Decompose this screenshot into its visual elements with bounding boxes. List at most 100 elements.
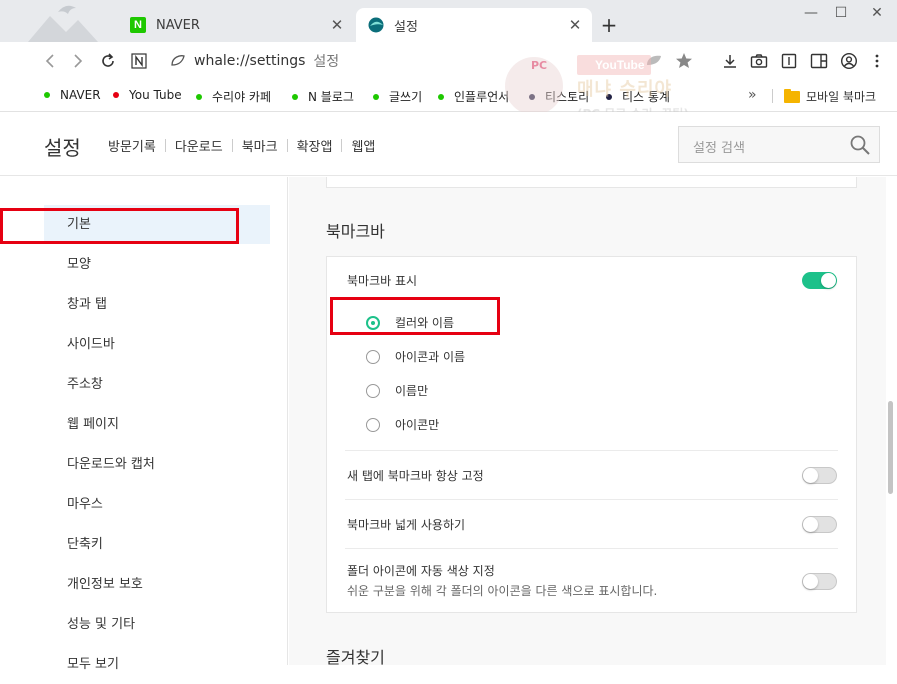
search-icon[interactable] [849, 134, 871, 156]
bookmark-label: N 블로그 [308, 90, 354, 104]
radio-name-only[interactable]: 이름만 [366, 382, 428, 399]
bookmark-item[interactable]: 인플루언서 [438, 88, 509, 105]
radio-circle [366, 383, 380, 398]
home-naver-icon[interactable] [127, 49, 151, 73]
sidebar-item-mouse[interactable]: 마우스 [44, 485, 270, 524]
sidebar-item-window-tab[interactable]: 창과 탭 [44, 285, 270, 324]
page-title: 설정 [44, 136, 81, 160]
row-divider [345, 499, 838, 500]
folder-color-label: 폴더 아이콘에 자동 색상 지정 [347, 564, 495, 578]
nav-webapps[interactable]: 웹앱 [351, 136, 375, 155]
folder-color-description: 쉬운 구분을 위해 각 폴더의 아이콘을 다른 색으로 표시합니다. [347, 584, 658, 598]
bookmark-item[interactable]: N 블로그 [292, 88, 354, 105]
url-text: whale://settings [194, 53, 306, 69]
bookmark-label: You Tube [129, 88, 182, 102]
folder-icon [784, 88, 800, 103]
bookmark-item[interactable]: NAVER [44, 88, 101, 102]
toggle-knob [803, 574, 818, 589]
close-window-button[interactable]: ✕ [860, 2, 894, 24]
radio-icon-only[interactable]: 아이콘만 [366, 416, 439, 433]
bookmark-more-button[interactable]: » [748, 87, 757, 103]
fix-bookmark-bar-label: 새 탭에 북마크바 항상 고정 [347, 469, 484, 483]
title-bar: N NAVER ✕ 설정 ✕ + — ☐ ✕ [0, 0, 897, 42]
radio-label: 아이콘과 이름 [395, 350, 466, 364]
bookmark-item[interactable]: 티스 통계 [606, 88, 670, 105]
scrollbar-thumb[interactable] [888, 401, 893, 494]
reader-icon[interactable] [777, 49, 801, 73]
whale-icon [368, 17, 384, 33]
section-title-favorites: 즐겨찾기 [326, 648, 385, 667]
radio-circle [366, 417, 380, 432]
toggle-knob [821, 273, 836, 288]
sidebar-item-web-page[interactable]: 웹 페이지 [44, 405, 270, 444]
nav-divider [231, 139, 233, 152]
nav-history[interactable]: 방문기록 [108, 136, 156, 155]
radio-label: 아이콘만 [395, 418, 440, 432]
radio-icon-and-name[interactable]: 아이콘과 이름 [366, 348, 465, 365]
nav-divider [164, 139, 166, 152]
new-tab-button[interactable]: + [598, 14, 620, 36]
bookmark-item[interactable]: 수리야 카페 [196, 88, 271, 105]
sidebar-item-appearance[interactable]: 모양 [44, 245, 270, 284]
bookmark-dot [529, 93, 535, 100]
bookmark-label: 인플루언서 [454, 90, 510, 104]
bookmark-dot [292, 93, 298, 100]
forward-icon[interactable] [66, 49, 90, 73]
url-suffix: 설정 [313, 54, 340, 70]
camera-icon[interactable] [747, 49, 771, 73]
nav-extensions[interactable]: 확장앱 [297, 136, 333, 155]
folder-label: 모바일 북마크 [806, 90, 877, 104]
bookmark-dot [113, 92, 119, 98]
sidebar-item-sidebar[interactable]: 사이드바 [44, 325, 270, 364]
bookmark-item[interactable]: 글쓰기 [373, 88, 422, 105]
bookmark-item[interactable]: You Tube [113, 88, 182, 102]
bookmark-label: 티스 통계 [622, 90, 670, 104]
star-icon[interactable] [672, 49, 696, 73]
fix-bookmark-bar-toggle[interactable] [802, 467, 837, 484]
profile-icon[interactable] [837, 49, 861, 73]
sidebar-item-shortcuts[interactable]: 단축키 [44, 525, 270, 564]
show-bookmark-bar-label: 북마크바 표시 [347, 274, 418, 288]
bookmark-label: 수리야 카페 [212, 90, 272, 104]
close-icon[interactable]: ✕ [564, 14, 586, 36]
settings-nav: 방문기록 다운로드 북마크 확장앱 웹앱 [108, 136, 375, 155]
nav-downloads[interactable]: 다운로드 [175, 136, 223, 155]
minimize-button[interactable]: — [794, 2, 828, 24]
sidebar-item-download-capture[interactable]: 다운로드와 캡처 [44, 445, 270, 484]
sidebar-item-performance[interactable]: 성능 및 기타 [44, 605, 270, 644]
highlight-box [330, 297, 500, 335]
wide-bookmark-bar-label: 북마크바 넓게 사용하기 [347, 518, 466, 532]
nav-divider [286, 139, 288, 152]
folder-color-toggle[interactable] [802, 573, 837, 590]
whale-shortcut-icon[interactable] [642, 49, 666, 73]
maximize-button[interactable]: ☐ [824, 2, 858, 24]
tab-label: 설정 [394, 19, 418, 35]
close-icon[interactable]: ✕ [326, 14, 348, 36]
show-bookmark-bar-toggle[interactable] [802, 272, 837, 289]
sidebar-item-address-bar[interactable]: 주소창 [44, 365, 270, 404]
search-placeholder: 설정 검색 [693, 141, 745, 156]
tab-label: NAVER [156, 17, 200, 33]
previous-card [326, 177, 857, 188]
section-title-bookmark-bar: 북마크바 [326, 222, 385, 241]
tab-naver[interactable]: N NAVER ✕ [118, 8, 354, 42]
bookmark-dot [196, 93, 202, 100]
back-icon[interactable] [38, 49, 62, 73]
sidebar-toggle-icon[interactable] [807, 49, 831, 73]
wide-bookmark-bar-toggle[interactable] [802, 516, 837, 533]
tab-settings[interactable]: 설정 ✕ [356, 8, 592, 42]
address-bar[interactable]: whale://settings 설정 [170, 51, 339, 71]
menu-icon[interactable] [865, 49, 889, 73]
radio-label: 이름만 [395, 384, 429, 398]
reload-icon[interactable] [96, 49, 120, 73]
download-icon[interactable] [718, 49, 742, 73]
settings-search-input[interactable]: 설정 검색 [678, 126, 880, 163]
mobile-bookmark-folder[interactable]: 모바일 북마크 [784, 88, 876, 105]
sidebar-item-privacy[interactable]: 개인정보 보호 [44, 565, 270, 604]
settings-header: 설정 방문기록 다운로드 북마크 확장앱 웹앱 설정 검색 [0, 112, 897, 176]
bookmark-bar: NAVER You Tube 수리야 카페 N 블로그 글쓰기 인플루언서 티스… [0, 80, 897, 112]
bookmark-label: 티스토리 [545, 90, 590, 104]
bookmark-item[interactable]: 티스토리 [529, 88, 589, 105]
nav-bookmarks[interactable]: 북마크 [242, 136, 278, 155]
radio-circle [366, 349, 380, 364]
